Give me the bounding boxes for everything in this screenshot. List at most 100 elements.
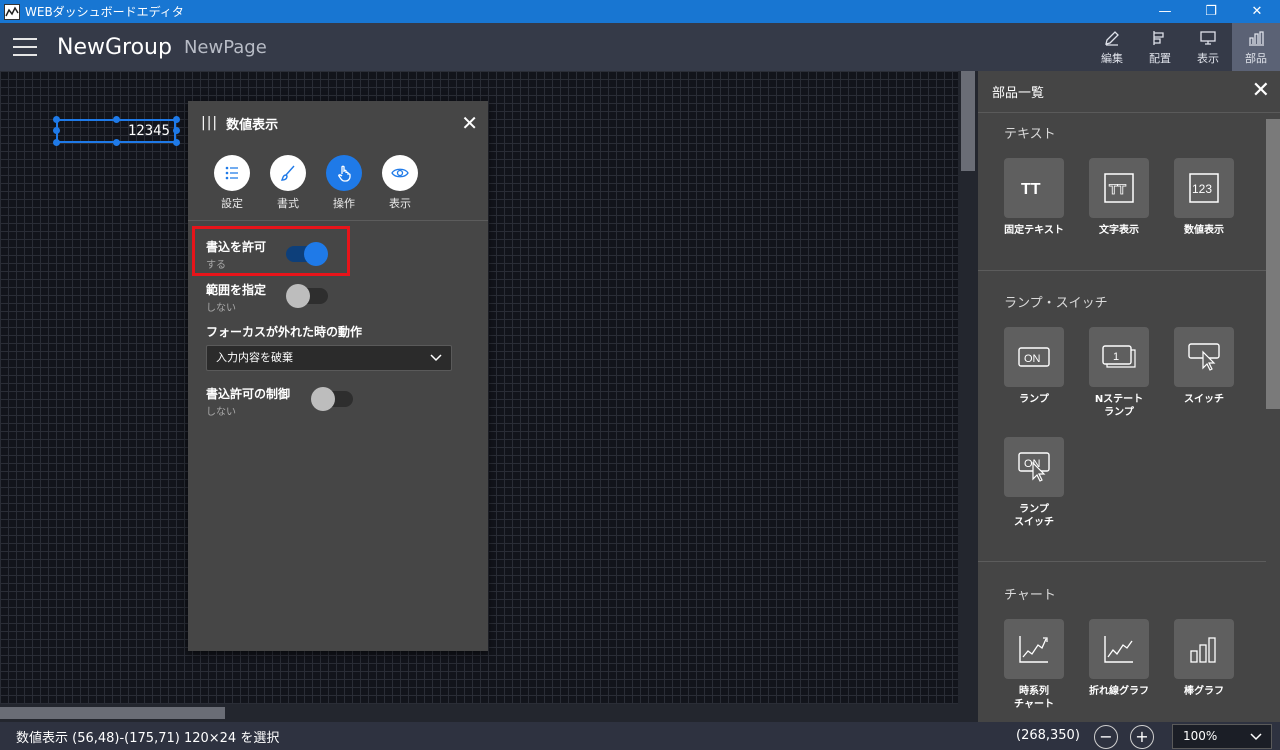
app-title: WEBダッシュボードエディタ xyxy=(25,5,184,19)
range-toggle[interactable] xyxy=(286,284,328,308)
line-graph-icon xyxy=(1104,636,1133,663)
parts-panel-title: 部品一覧 xyxy=(992,86,1045,101)
resize-handle[interactable] xyxy=(173,116,180,123)
part-label: 時系列 チャート xyxy=(1014,686,1054,710)
svg-text:1: 1 xyxy=(1113,351,1119,363)
resize-handle[interactable] xyxy=(53,139,60,146)
section-divider xyxy=(978,270,1266,271)
resize-handle[interactable] xyxy=(173,139,180,146)
tab-label: 設定 xyxy=(221,197,243,210)
resize-handle[interactable] xyxy=(113,116,120,123)
brush-icon xyxy=(280,165,295,181)
zoom-out-button[interactable]: − xyxy=(1094,725,1118,749)
zoom-value: 100% xyxy=(1183,729,1218,743)
section-divider xyxy=(978,561,1266,562)
group-name: NewGroup xyxy=(57,34,172,60)
part-line-graph[interactable]: 折れ線グラフ xyxy=(1079,619,1159,698)
part-label: 固定テキスト xyxy=(1004,225,1064,236)
resize-handle[interactable] xyxy=(173,127,180,134)
align-tool-button[interactable]: 配置 xyxy=(1136,23,1184,71)
part-n-state-lamp[interactable]: 1 Nステート ランプ xyxy=(1079,327,1159,419)
part-label: ランプ xyxy=(1019,394,1049,405)
chevron-down-icon xyxy=(429,346,443,379)
part-label: 折れ線グラフ xyxy=(1089,686,1149,697)
tab-operation[interactable]: 操作 xyxy=(316,145,372,220)
status-bar: 数値表示 (56,48)-(175,71) 120×24 を選択 (268,35… xyxy=(0,722,1280,750)
part-lamp[interactable]: ON ランプ xyxy=(994,327,1074,406)
parts-tool-button[interactable]: 部品 xyxy=(1232,23,1280,71)
parts-icon xyxy=(1249,30,1264,46)
part-lamp-switch[interactable]: ON ランプ スイッチ xyxy=(994,437,1074,529)
align-icon xyxy=(1153,30,1164,45)
part-fixed-text[interactable]: TT 固定テキスト xyxy=(994,158,1074,237)
align-tool-label: 配置 xyxy=(1149,51,1171,65)
app-header: NewGroup NewPage 編集 配置 表示 部品 xyxy=(0,23,1280,71)
focus-out-select[interactable]: 入力内容を破棄 xyxy=(206,345,452,371)
monitor-icon xyxy=(1200,30,1216,45)
chevron-down-icon xyxy=(1249,725,1263,750)
restore-button[interactable]: ❐ xyxy=(1188,0,1234,23)
write-control-label: 書込許可の制御 xyxy=(206,387,291,401)
display-tool-label: 表示 xyxy=(1197,51,1219,65)
focus-out-label: フォーカスが外れた時の動作 xyxy=(206,325,363,339)
canvas-horizontal-scrollbar[interactable] xyxy=(0,704,978,722)
parts-scrollbar[interactable] xyxy=(1266,119,1280,409)
part-time-series-chart[interactable]: 時系列 チャート xyxy=(994,619,1074,711)
scroll-thumb[interactable] xyxy=(0,707,225,719)
range-value: しない xyxy=(206,303,236,314)
svg-text:123: 123 xyxy=(1192,182,1212,196)
zoom-select[interactable]: 100% xyxy=(1172,724,1272,749)
part-label: Nステート ランプ xyxy=(1094,394,1144,418)
parts-panel: 部品一覧 ✕ テキスト TT 固定テキスト TT 文字表示 123 数値表示 ラ… xyxy=(978,71,1280,722)
close-icon[interactable]: ✕ xyxy=(1252,80,1270,102)
highlight-box xyxy=(192,226,350,276)
svg-text:ON: ON xyxy=(1024,353,1041,365)
write-control-toggle[interactable] xyxy=(311,387,353,411)
canvas-vertical-scrollbar[interactable] xyxy=(958,71,978,704)
part-label: 棒グラフ xyxy=(1184,686,1224,697)
time-series-chart-icon xyxy=(1019,636,1048,663)
parts-tool-label: 部品 xyxy=(1245,51,1267,65)
edit-tool-button[interactable]: 編集 xyxy=(1088,23,1136,71)
part-label: ランプ スイッチ xyxy=(1014,504,1054,528)
part-label: 文字表示 xyxy=(1099,225,1139,236)
fixed-text-icon: TT xyxy=(1021,181,1041,198)
display-tool-button[interactable]: 表示 xyxy=(1184,23,1232,71)
resize-handle[interactable] xyxy=(53,116,60,123)
hand-pointer-icon xyxy=(338,165,351,182)
selection-status: 数値表示 (56,48)-(175,71) 120×24 を選択 xyxy=(16,730,280,746)
focus-out-selected: 入力内容を破棄 xyxy=(216,351,293,364)
part-switch[interactable]: スイッチ xyxy=(1164,327,1244,406)
menu-icon[interactable] xyxy=(13,38,37,56)
part-text-display[interactable]: TT 文字表示 xyxy=(1079,158,1159,237)
minimize-button[interactable]: — xyxy=(1142,0,1188,23)
property-panel-title: 数値表示 xyxy=(226,117,279,133)
resize-handle[interactable] xyxy=(53,127,60,134)
close-icon[interactable]: ✕ xyxy=(461,113,478,133)
bar-graph-icon xyxy=(1190,637,1216,663)
resize-handle[interactable] xyxy=(113,139,120,146)
zoom-in-button[interactable]: + xyxy=(1130,725,1154,749)
edit-tool-label: 編集 xyxy=(1101,51,1123,65)
switch-icon xyxy=(1188,343,1220,371)
svg-text:TT: TT xyxy=(1021,181,1041,198)
part-numeric-display[interactable]: 123 数値表示 xyxy=(1164,158,1244,237)
page-name: NewPage xyxy=(183,36,267,58)
focus-out-row: フォーカスが外れた時の動作 xyxy=(206,323,362,340)
edit-icon xyxy=(1105,30,1119,46)
n-state-lamp-icon: 1 xyxy=(1102,345,1136,368)
tab-settings[interactable]: 設定 xyxy=(204,145,260,220)
drag-handle-icon[interactable]: ||| xyxy=(201,115,218,131)
tab-format[interactable]: 書式 xyxy=(260,145,316,220)
range-row: 範囲を指定 しない xyxy=(206,281,266,314)
part-label: スイッチ xyxy=(1184,394,1224,405)
part-bar-graph[interactable]: 棒グラフ xyxy=(1164,619,1244,698)
section-title-text: テキスト xyxy=(1004,127,1056,142)
eye-icon xyxy=(391,168,409,178)
scroll-thumb[interactable] xyxy=(961,71,975,171)
range-label: 範囲を指定 xyxy=(206,283,267,297)
write-control-row: 書込許可の制御 しない xyxy=(206,385,290,418)
tab-display[interactable]: 表示 xyxy=(372,145,428,220)
numeric-display-icon: 123 xyxy=(1189,173,1219,203)
close-window-button[interactable]: ✕ xyxy=(1234,0,1280,23)
